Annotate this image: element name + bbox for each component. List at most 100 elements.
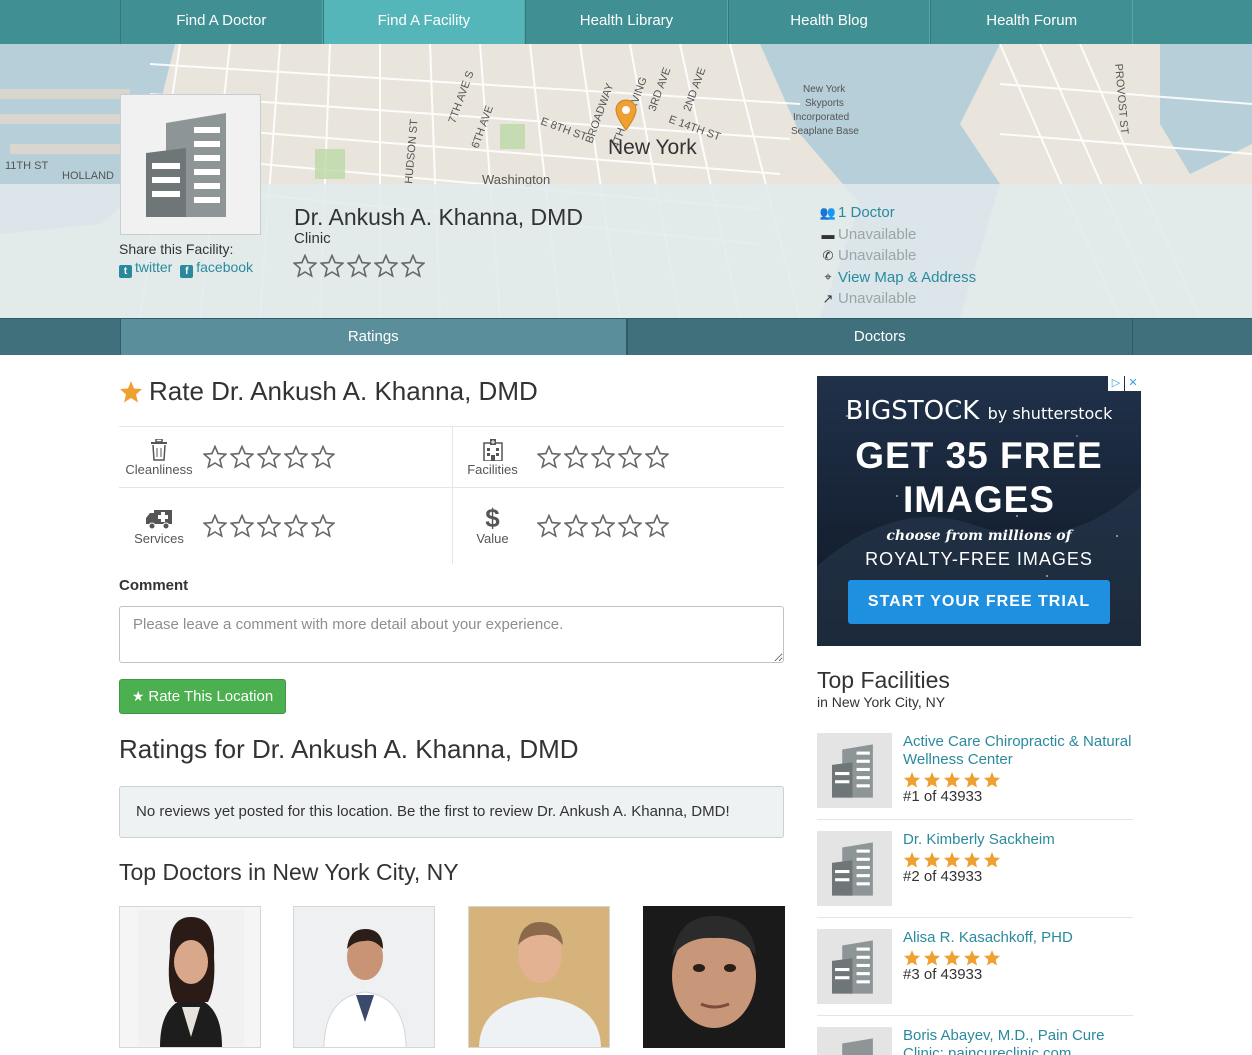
facilities-star-input[interactable] [536,445,669,469]
top-facility-item[interactable]: Alisa R. Kasachkoff, PHD #3 of 43933 [817,929,1133,1016]
svg-text:11TH ST: 11TH ST [5,160,48,172]
ad-headline: GET 35 FREE IMAGES [855,435,1103,520]
building-icon [145,112,226,217]
ad-info-icon[interactable]: ▷ [1108,376,1124,391]
share-facebook-link[interactable]: f facebook [180,259,253,278]
star-filled-icon [963,852,981,868]
nav-find-a-doctor[interactable]: Find A Doctor [120,0,323,44]
doctor-photo[interactable] [293,906,435,1048]
doctor-photo[interactable] [468,906,610,1048]
star-outline-icon [590,514,615,538]
facility-link[interactable]: Active Care Chiropractic & Natural Welln… [903,733,1135,769]
star-outline-icon [284,514,308,538]
rating-value: $ Value [451,488,785,564]
facility-link[interactable]: Dr. Kimberly Sackheim [903,831,1135,849]
nav-health-library[interactable]: Health Library [525,0,728,44]
facility-rank: #1 of 43933 [903,788,983,805]
ambulance-icon [146,509,172,529]
doctor-portrait-image [138,910,244,1047]
map-marker-icon: ⌖ [824,269,832,285]
hospital-icon [482,438,503,461]
map-city-label: New York [608,136,697,159]
star-outline-icon [293,254,317,278]
facility-link[interactable]: Alisa R. Kasachkoff, PHD [903,929,1135,947]
star-outline-icon [644,445,669,469]
ad-subtext: choose from millions of [886,528,1072,544]
star-filled-icon [943,772,961,788]
building-icon [831,841,873,896]
star-filled-icon [963,772,981,788]
star-outline-icon [320,254,344,278]
meta-phone-row: ✆ Unavailable [818,245,976,267]
star-outline-icon [203,514,227,538]
ad-subtext-2: ROYALTY-FREE IMAGES [865,549,1093,569]
comment-input[interactable] [119,606,784,663]
meta-beds-row: ▬ Unavailable [818,224,976,246]
facility-link[interactable]: Boris Abayev, M.D., Pain Cure Clinic: pa… [903,1027,1133,1055]
facility-rating-stars [903,949,1001,967]
services-star-input[interactable] [203,514,335,538]
svg-text:New York: New York [803,84,846,95]
rating-services: Services [119,488,452,564]
rating-facilities: Facilities [451,427,785,487]
star-outline-icon [644,514,669,538]
facility-thumbnail [817,831,892,906]
rating-cleanliness: Cleanliness [119,427,452,487]
meta-doctors-row[interactable]: 👥 1 Doctor [818,202,976,224]
svg-text:Incorporated: Incorporated [793,112,849,123]
bed-icon: ▬ [821,226,835,242]
value-star-input[interactable] [536,514,669,538]
building-icon [831,939,873,994]
tab-doctors[interactable]: Doctors [626,319,1133,355]
rate-this-location-button[interactable]: ★ Rate This Location [119,679,286,714]
facility-rank: #3 of 43933 [903,966,983,983]
star-filled-icon [983,772,1001,788]
top-facilities-title: Top Facilities [817,667,950,693]
share-section: Share this Facility: t twitter f facebook [119,241,257,278]
star-icon [120,380,142,402]
top-facility-item[interactable]: Boris Abayev, M.D., Pain Cure Clinic: pa… [817,1027,1133,1055]
star-filled-icon [943,852,961,868]
advertisement-banner[interactable]: ▷ ✕ BIGSTOCK by shutterstock GET 35 FREE… [817,376,1141,646]
share-twitter-link[interactable]: t twitter [119,259,172,278]
star-outline-icon [563,514,588,538]
star-outline-icon [257,514,281,538]
close-icon[interactable]: ✕ [1125,376,1141,391]
nav-health-blog[interactable]: Health Blog [727,0,931,44]
facility-tabs: Ratings Doctors [0,318,1252,355]
star-icon: ★ [131,688,145,704]
svg-text:Skyports: Skyports [805,98,844,109]
star-outline-icon [311,445,335,469]
no-reviews-alert: No reviews yet posted for this location.… [119,786,784,838]
star-filled-icon [923,772,941,788]
top-facility-item[interactable]: Active Care Chiropractic & Natural Welln… [817,733,1133,820]
comment-label: Comment [119,577,189,594]
cleanliness-star-input[interactable] [203,445,335,469]
facility-meta-list: 👥 1 Doctor ▬ Unavailable ✆ Unavailable ⌖ Vie… [818,202,976,310]
facility-thumbnail [817,733,892,808]
star-outline-icon [536,445,561,469]
trash-icon [151,438,167,461]
facility-rank: #2 of 43933 [903,868,983,885]
star-outline-icon [401,254,425,278]
doctor-photo[interactable] [643,906,785,1048]
meta-website-row: ↗ Unavailable [818,288,976,310]
rating-grid: Cleanliness Facilities Services $ Value [119,426,784,564]
nav-find-a-facility[interactable]: Find A Facility [322,0,526,44]
rate-title: Rate Dr. Ankush A. Khanna, DMD [119,376,538,407]
star-outline-icon [617,514,642,538]
svg-text:HOLLAND: HOLLAND [62,170,114,182]
nav-health-forum[interactable]: Health Forum [930,0,1133,44]
facility-rating-stars [293,254,425,278]
star-filled-icon [983,950,1001,966]
doctor-photo[interactable] [119,906,261,1048]
meta-map-row[interactable]: ⌖ View Map & Address [818,267,976,289]
star-filled-icon [923,950,941,966]
star-filled-icon [903,772,921,788]
top-doctors-title: Top Doctors in New York City, NY [119,859,459,885]
ad-cta-button[interactable]: START YOUR FREE TRIAL [848,580,1110,624]
tab-ratings[interactable]: Ratings [120,319,627,355]
ad-choices[interactable]: ▷ ✕ [1108,376,1141,391]
top-facility-item[interactable]: Dr. Kimberly Sackheim #2 of 43933 [817,831,1133,918]
star-outline-icon [230,445,254,469]
